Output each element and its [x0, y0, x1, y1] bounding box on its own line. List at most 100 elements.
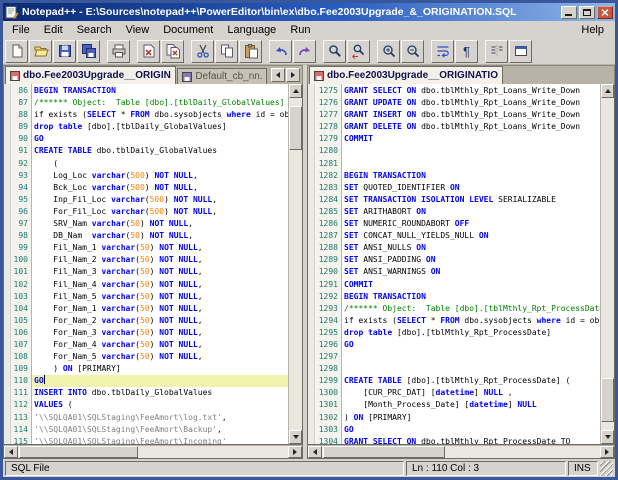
line-number[interactable]: 1300: [316, 387, 338, 399]
scroll-up-button[interactable]: [601, 84, 614, 98]
line-number[interactable]: 88: [12, 109, 28, 121]
code-line[interactable]: Fil_Nam_5 varchar(50) NOT NULL,: [32, 291, 288, 303]
code-line[interactable]: [342, 158, 600, 170]
save-button[interactable]: [53, 39, 76, 63]
horizontal-scroll-track[interactable]: [18, 446, 288, 458]
code-line[interactable]: GO: [342, 424, 600, 436]
line-number[interactable]: 1282: [316, 170, 338, 182]
line-number[interactable]: 97: [12, 218, 28, 230]
line-number[interactable]: 95: [12, 194, 28, 206]
vertical-scroll-thumb[interactable]: [601, 378, 614, 422]
line-number[interactable]: 87: [12, 97, 28, 109]
tab-dbo-fee2003upgrade-originatio[interactable]: dbo.Fee2003Upgrade__ORIGINATIO: [5, 66, 177, 84]
user-define-dialog-button[interactable]: [509, 39, 532, 63]
line-number[interactable]: 92: [12, 158, 28, 170]
line-number[interactable]: 93: [12, 170, 28, 182]
code-line[interactable]: GO: [32, 375, 288, 388]
line-number[interactable]: 114: [12, 424, 28, 436]
word-wrap-button[interactable]: [431, 39, 454, 63]
code-line[interactable]: CREATE TABLE dbo.tblDaily_GlobalValues: [32, 145, 288, 157]
code-line[interactable]: For_Nam_3 varchar(50) NOT NULL,: [32, 327, 288, 339]
line-number[interactable]: 96: [12, 206, 28, 218]
zoom-out-button[interactable]: [401, 39, 424, 63]
code-line[interactable]: GRANT DELETE ON dbo.tblMthly_Rpt_Loans_W…: [342, 121, 600, 133]
line-number[interactable]: 1278: [316, 121, 338, 133]
tab-dbo-fee2003upgrade-originatio[interactable]: dbo.Fee2003Upgrade__ORIGINATIO: [309, 66, 503, 84]
code-line[interactable]: VALUES (: [32, 399, 288, 411]
vertical-scroll-track[interactable]: [601, 98, 614, 430]
close-button[interactable]: [597, 5, 613, 19]
line-number[interactable]: 1301: [316, 399, 338, 411]
vertical-scroll-thumb[interactable]: [289, 106, 302, 150]
line-number[interactable]: 107: [12, 339, 28, 351]
code-line[interactable]: [342, 363, 600, 375]
line-number[interactable]: 1283: [316, 182, 338, 194]
scroll-left-button[interactable]: [308, 446, 322, 458]
code-line[interactable]: GRANT INSERT ON dbo.tblMthly_Rpt_Loans_W…: [342, 109, 600, 121]
line-number[interactable]: 1281: [316, 158, 338, 170]
code-line[interactable]: Log_Loc varchar(500) NOT NULL,: [32, 170, 288, 182]
code-line[interactable]: Fil_Nam_3 varchar(50) NOT NULL,: [32, 266, 288, 278]
tab-scroll-left-button[interactable]: [271, 68, 285, 82]
print-button[interactable]: [107, 39, 130, 63]
menu-item-run[interactable]: Run: [283, 23, 317, 37]
line-number[interactable]: 91: [12, 145, 28, 157]
line-number[interactable]: 1299: [316, 375, 338, 387]
line-number[interactable]: 1288: [316, 242, 338, 254]
code-line[interactable]: SET TRANSACTION ISOLATION LEVEL SERIALIZ…: [342, 194, 600, 206]
line-number[interactable]: 1280: [316, 145, 338, 157]
code-line[interactable]: /****** Object: Table [dbo].[tblMthly_Rp…: [342, 303, 600, 315]
code-line[interactable]: '\\SQLQA01\SQLStaging\FeeAmort\Incoming': [32, 436, 288, 444]
code-line[interactable]: [CUR_PRC_DAT] [datetime] NULL ,: [342, 387, 600, 399]
horizontal-scroll-track[interactable]: [322, 446, 600, 458]
code-line[interactable]: drop table [dbo].[tblDaily_GlobalValues]: [32, 121, 288, 133]
line-number[interactable]: 1284: [316, 194, 338, 206]
line-number[interactable]: 1292: [316, 291, 338, 303]
menu-item-edit[interactable]: Edit: [37, 23, 70, 37]
code-line[interactable]: ) ON [PRIMARY]: [32, 363, 288, 375]
line-number[interactable]: 103: [12, 291, 28, 303]
code-line[interactable]: Fil_Nam_2 varchar(50) NOT NULL,: [32, 254, 288, 266]
line-number[interactable]: 1298: [316, 363, 338, 375]
paste-button[interactable]: [239, 39, 262, 63]
bookmark-margin[interactable]: [308, 84, 315, 444]
menu-item-file[interactable]: File: [5, 23, 37, 37]
horizontal-scroll-thumb[interactable]: [19, 446, 138, 458]
line-number[interactable]: 1303: [316, 424, 338, 436]
code-line[interactable]: [342, 351, 600, 363]
code-line[interactable]: INSERT INTO dbo.tblDaily_GlobalValues: [32, 387, 288, 399]
line-number[interactable]: 89: [12, 121, 28, 133]
code-area[interactable]: BEGIN TRANSACTION/****** Object: Table […: [32, 84, 288, 444]
line-number[interactable]: 1285: [316, 206, 338, 218]
line-number[interactable]: 90: [12, 133, 28, 145]
code-line[interactable]: CREATE TABLE [dbo].[tblMthly_Rpt_Process…: [342, 375, 600, 387]
line-number[interactable]: 102: [12, 279, 28, 291]
code-line[interactable]: GO: [342, 339, 600, 351]
line-number[interactable]: 100: [12, 254, 28, 266]
line-number[interactable]: 101: [12, 266, 28, 278]
line-number[interactable]: 104: [12, 303, 28, 315]
code-line[interactable]: '\\SQLQA01\SQLStaging\FeeAmort\log.txt',: [32, 412, 288, 424]
code-line[interactable]: For_Nam_2 varchar(50) NOT NULL,: [32, 315, 288, 327]
code-line[interactable]: GO: [32, 133, 288, 145]
line-number[interactable]: 1297: [316, 351, 338, 363]
line-number[interactable]: 112: [12, 399, 28, 411]
line-number[interactable]: 1294: [316, 315, 338, 327]
horizontal-scrollbar[interactable]: [307, 445, 615, 459]
line-number[interactable]: 94: [12, 182, 28, 194]
vertical-scroll-track[interactable]: [289, 98, 302, 430]
maximize-button[interactable]: [579, 5, 595, 19]
line-number[interactable]: 1296: [316, 339, 338, 351]
scroll-down-button[interactable]: [289, 430, 302, 444]
title-bar[interactable]: Notepad++ - E:\Sources\notepad++\PowerEd…: [3, 3, 615, 21]
code-line[interactable]: BEGIN TRANSACTION: [32, 85, 288, 97]
indent-guide-button[interactable]: [485, 39, 508, 63]
code-line[interactable]: GRANT SELECT ON dbo.tblMthly_Rpt_Process…: [342, 436, 600, 444]
code-line[interactable]: COMMIT: [342, 133, 600, 145]
code-line[interactable]: Fil_Nam_1 varchar(50) NOT NULL,: [32, 242, 288, 254]
code-line[interactable]: SET CONCAT_NULL_YIELDS_NULL ON: [342, 230, 600, 242]
line-number[interactable]: 106: [12, 327, 28, 339]
line-number[interactable]: 110: [12, 375, 28, 387]
line-number[interactable]: 1287: [316, 230, 338, 242]
code-line[interactable]: ) ON [PRIMARY]: [342, 412, 600, 424]
